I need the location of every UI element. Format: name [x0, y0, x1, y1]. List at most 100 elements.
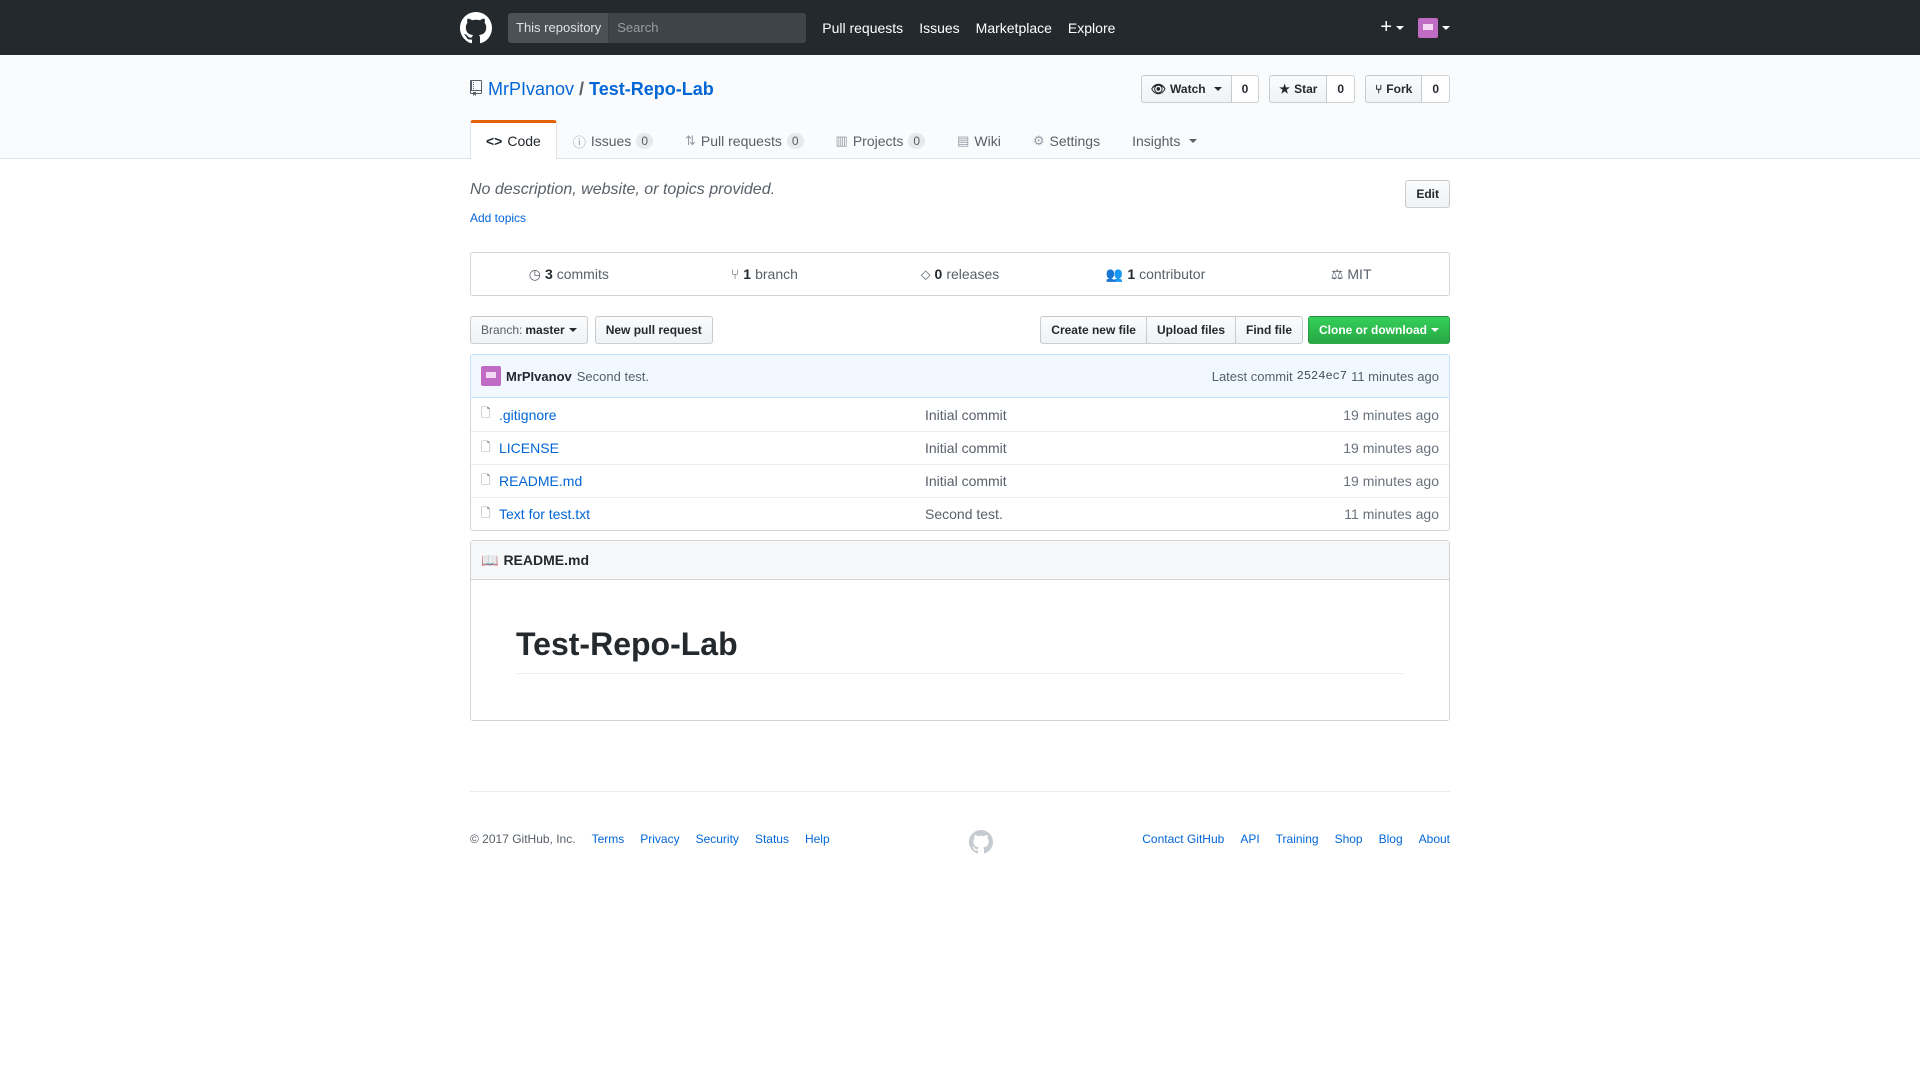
footer-link-status[interactable]: Status	[755, 832, 789, 846]
footer-link-shop[interactable]: Shop	[1335, 832, 1363, 846]
footer-link-privacy[interactable]: Privacy	[640, 832, 679, 846]
site-footer: © 2017 GitHub, Inc. Terms Privacy Securi…	[470, 791, 1450, 871]
commits-link[interactable]: ◷ 3 commits	[471, 253, 667, 295]
table-row: 🗋 .gitignore Initial commit 19 minutes a…	[471, 398, 1449, 431]
create-new-file-button[interactable]: Create new file	[1040, 316, 1147, 344]
fork-count[interactable]: 0	[1422, 75, 1450, 103]
star-button[interactable]: ★ Star	[1269, 75, 1328, 103]
file-name-link[interactable]: README.md	[499, 473, 925, 489]
tag-icon: ⬦	[920, 265, 931, 282]
tab-label: Issues	[590, 133, 632, 149]
star-icon: ★	[1279, 82, 1291, 96]
footer-link-training[interactable]: Training	[1276, 832, 1319, 846]
github-logo-icon[interactable]	[460, 11, 492, 44]
file-name-link[interactable]: .gitignore	[499, 407, 925, 423]
branch-name: master	[525, 323, 565, 337]
watch-button[interactable]: 👁 Watch	[1140, 75, 1232, 103]
tab-wiki[interactable]: ▤ Wiki	[941, 120, 1017, 160]
gear-icon: ⚙	[1032, 133, 1045, 148]
commit-author[interactable]: MrPIvanov	[506, 369, 572, 384]
watch-label: Watch	[1170, 82, 1206, 96]
star-label: Star	[1294, 82, 1318, 96]
file-icon: 🗋	[481, 505, 491, 520]
file-name-link[interactable]: Text for test.txt	[499, 506, 925, 522]
search-input[interactable]	[609, 12, 807, 43]
repo-name-link[interactable]: Test-Repo-Lab	[589, 79, 714, 100]
nav-issues[interactable]: Issues	[919, 20, 959, 36]
nav-marketplace[interactable]: Marketplace	[976, 20, 1052, 36]
repo-content: No description, website, or topics provi…	[470, 159, 1450, 721]
tab-label: Wiki	[974, 133, 1001, 149]
tab-code[interactable]: <> Code	[470, 120, 557, 160]
tab-pull-requests[interactable]: ⇅ Pull requests 0	[669, 120, 820, 160]
file-commit-message[interactable]: Initial commit	[925, 473, 1007, 489]
readme-heading: Test-Repo-Lab	[516, 625, 1404, 675]
file-list: 🗋 .gitignore Initial commit 19 minutes a…	[470, 398, 1450, 531]
footer-link-security[interactable]: Security	[696, 832, 739, 846]
nav-explore[interactable]: Explore	[1068, 20, 1115, 36]
footer-link-contact[interactable]: Contact GitHub	[1142, 832, 1224, 846]
file-commit-message[interactable]: Initial commit	[925, 407, 1007, 423]
find-file-button[interactable]: Find file	[1235, 316, 1303, 344]
footer-link-blog[interactable]: Blog	[1379, 832, 1403, 846]
user-menu-dropdown[interactable]	[1418, 17, 1450, 38]
releases-label: releases	[946, 266, 1000, 282]
license-link[interactable]: ⚖ MIT	[1253, 253, 1449, 295]
global-header: This repository Pull requests Issues Mar…	[0, 0, 1920, 55]
footer-link-help[interactable]: Help	[805, 832, 830, 846]
tab-projects[interactable]: ▥ Projects 0	[820, 120, 942, 160]
commit-age: 11 minutes ago	[1351, 368, 1439, 384]
book-icon: 📖	[481, 551, 499, 568]
pull-request-icon: ⇅	[685, 133, 696, 148]
fork-icon: ⑂	[1375, 82, 1383, 96]
file-commit-message[interactable]: Initial commit	[925, 440, 1007, 456]
branch-prefix: Branch:	[481, 323, 523, 337]
commit-message[interactable]: Second test.	[577, 369, 649, 384]
commits-label: commits	[556, 266, 609, 282]
numbers-summary: ◷ 3 commits ⑂ 1 branch ⬦ 0 releases 👥 1 contribu…	[470, 252, 1450, 296]
tab-settings[interactable]: ⚙ Settings	[1017, 120, 1116, 160]
nav-pull-requests[interactable]: Pull requests	[822, 20, 903, 36]
add-topics-link[interactable]: Add topics	[470, 211, 526, 225]
branches-link[interactable]: ⑂ 1 branch	[667, 253, 863, 295]
file-navigation: Branch: master New pull request Create ne…	[470, 316, 1450, 344]
branch-count: 1	[743, 266, 752, 282]
contributors-link[interactable]: 👥 1 contributor	[1058, 253, 1254, 295]
tab-insights[interactable]: Insights	[1116, 120, 1213, 160]
upload-files-button[interactable]: Upload files	[1145, 316, 1236, 344]
github-mark-icon[interactable]	[969, 830, 993, 854]
footer-link-terms[interactable]: Terms	[592, 832, 625, 846]
avatar[interactable]	[481, 366, 501, 386]
tab-issues[interactable]: ⓘ Issues 0	[557, 120, 669, 160]
footer-copyright: © 2017 GitHub, Inc.	[470, 832, 576, 846]
file-icon: 🗋	[481, 472, 491, 487]
create-new-dropdown[interactable]: +	[1380, 16, 1404, 39]
path-separator: /	[579, 79, 585, 99]
file-commit-message[interactable]: Second test.	[925, 506, 1003, 522]
watch-count[interactable]: 0	[1231, 75, 1260, 103]
star-group: ★ Star 0	[1269, 75, 1356, 103]
clone-or-download-button[interactable]: Clone or download	[1308, 316, 1450, 344]
readme-header: 📖 README.md	[471, 541, 1449, 580]
issue-icon: ⓘ	[572, 134, 586, 150]
fork-button[interactable]: ⑂ Fork	[1365, 75, 1423, 103]
chevron-down-icon	[568, 328, 577, 332]
file-name-link[interactable]: LICENSE	[499, 440, 925, 456]
repo-owner-link[interactable]: MrPIvanov	[488, 79, 574, 100]
project-icon: ▥	[835, 133, 848, 148]
releases-link[interactable]: ⬦ 0 releases	[862, 253, 1058, 295]
scoped-search: This repository	[508, 12, 807, 43]
new-pull-request-button[interactable]: New pull request	[594, 316, 713, 344]
book-icon: ▤	[957, 133, 970, 148]
license-label: MIT	[1347, 266, 1372, 282]
top-nav: Pull requests Issues Marketplace Explore	[822, 20, 1131, 36]
readme-box: 📖 README.md Test-Repo-Lab	[470, 540, 1450, 721]
branch-select-button[interactable]: Branch: master	[470, 316, 588, 344]
commit-sha[interactable]: 2524ec7	[1297, 369, 1347, 383]
latest-commit-label: Latest commit	[1211, 368, 1293, 384]
plus-icon: +	[1380, 16, 1392, 38]
edit-description-button[interactable]: Edit	[1405, 180, 1450, 208]
footer-link-about[interactable]: About	[1419, 832, 1450, 846]
footer-link-api[interactable]: API	[1240, 832, 1259, 846]
star-count[interactable]: 0	[1327, 75, 1356, 103]
